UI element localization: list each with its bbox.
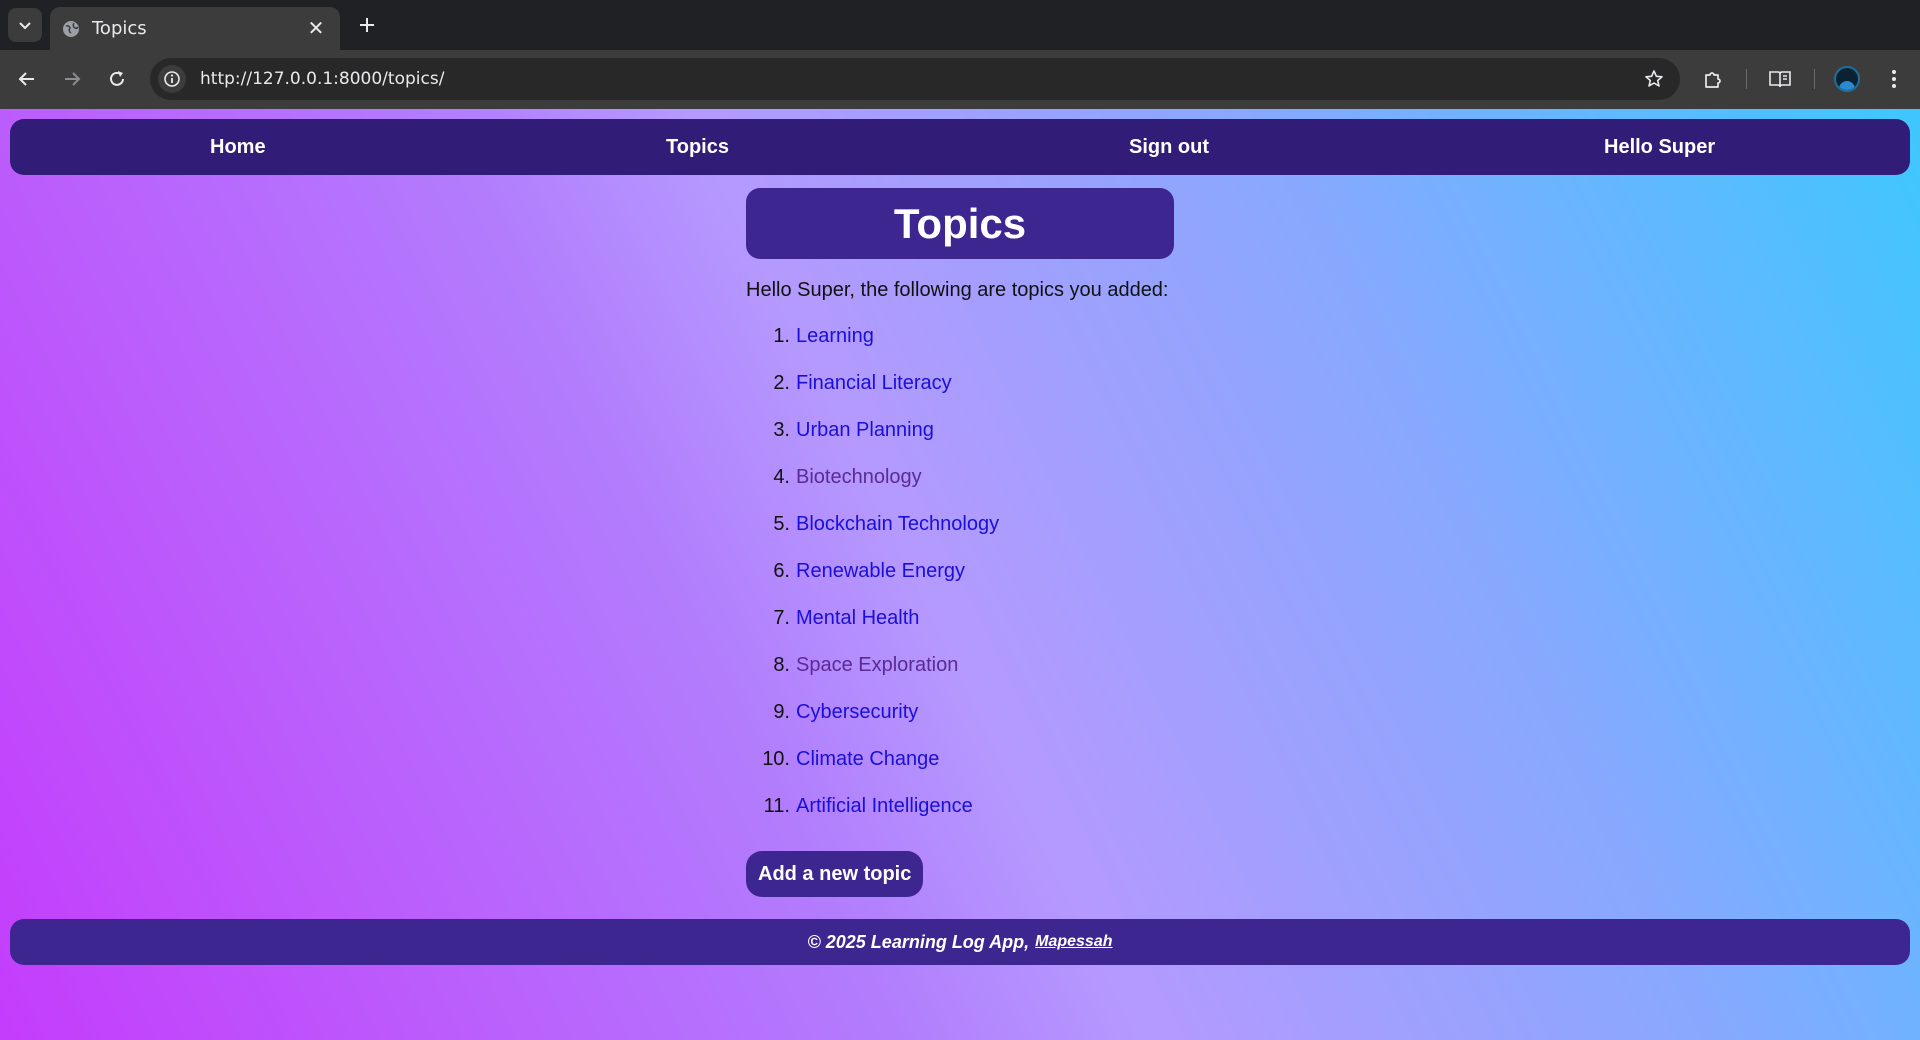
forward-button[interactable] xyxy=(54,61,90,97)
plus-icon xyxy=(360,18,374,32)
list-item: 9. Cybersecurity xyxy=(746,689,999,736)
topic-link[interactable]: Climate Change xyxy=(796,748,939,771)
list-item: 6. Renewable Energy xyxy=(746,548,999,595)
list-item: 4. Biotechnology xyxy=(746,454,999,501)
address-bar[interactable]: http://127.0.0.1:8000/topics/ xyxy=(150,58,1680,100)
nav-link-topics[interactable]: Topics xyxy=(666,119,729,175)
nav-link-home[interactable]: Home xyxy=(210,119,266,175)
list-item-number: 6. xyxy=(773,560,790,582)
globe-icon xyxy=(63,20,79,37)
arrow-right-icon xyxy=(65,72,81,86)
topic-link[interactable]: Urban Planning xyxy=(796,419,934,442)
list-item: 1. Learning xyxy=(746,313,999,360)
reload-button[interactable] xyxy=(99,61,135,97)
page-viewport: Home Topics Sign out Hello Super Topics … xyxy=(0,109,1920,1040)
topic-link[interactable]: Financial Literacy xyxy=(796,372,952,395)
list-item-number: 3. xyxy=(773,419,790,441)
back-button[interactable] xyxy=(9,61,45,97)
new-tab-button[interactable] xyxy=(352,10,382,40)
site-info-button[interactable] xyxy=(158,65,186,93)
list-item: 10. Climate Change xyxy=(746,736,999,783)
browser-tab[interactable]: Topics ✕ xyxy=(50,7,340,50)
extensions-button[interactable] xyxy=(1695,61,1731,97)
browser-toolbar: http://127.0.0.1:8000/topics/ xyxy=(0,50,1920,109)
topic-link[interactable]: Cybersecurity xyxy=(796,701,918,724)
avatar-figure xyxy=(1839,81,1855,90)
list-item-number: 4. xyxy=(773,466,790,488)
list-item: 7. Mental Health xyxy=(746,595,999,642)
tab-strip: Topics ✕ xyxy=(0,0,1920,50)
user-greeting: Hello Super xyxy=(1604,136,1716,158)
info-icon xyxy=(164,71,180,87)
list-item-number: 5. xyxy=(773,513,790,535)
list-item: 3. Urban Planning xyxy=(746,407,999,454)
profile-avatar[interactable] xyxy=(1834,66,1860,92)
list-item-number: 8. xyxy=(773,654,790,676)
page-title-panel: Topics xyxy=(746,188,1174,259)
list-item: 8. Space Exploration xyxy=(746,642,999,689)
topic-link[interactable]: Mental Health xyxy=(796,607,919,630)
list-item-number: 11. xyxy=(763,795,790,817)
list-item-number: 1. xyxy=(773,325,790,347)
bookmark-button[interactable] xyxy=(1636,61,1672,97)
intro-text: Hello Super, the following are topics yo… xyxy=(746,279,1169,301)
topic-link[interactable]: Blockchain Technology xyxy=(796,513,999,536)
close-icon[interactable]: ✕ xyxy=(304,16,328,41)
url-text[interactable]: http://127.0.0.1:8000/topics/ xyxy=(200,69,1636,89)
arrow-left-icon xyxy=(18,72,34,86)
list-item-number: 9. xyxy=(773,701,790,723)
site-navbar: Home Topics Sign out Hello Super xyxy=(10,119,1910,175)
list-item: 2. Financial Literacy xyxy=(746,360,999,407)
reload-icon xyxy=(110,71,124,86)
topic-link[interactable]: Space Exploration xyxy=(796,654,958,677)
list-item-number: 10. xyxy=(762,748,790,770)
tab-search-button[interactable] xyxy=(8,8,42,42)
list-item-number: 2. xyxy=(773,372,790,394)
site-footer: © 2025 Learning Log App, Mapessah xyxy=(10,919,1910,965)
book-icon xyxy=(1769,71,1791,88)
footer-author-link[interactable]: Mapessah xyxy=(1035,933,1112,951)
list-item: 11. Artificial Intelligence xyxy=(746,783,999,830)
kebab-menu-icon xyxy=(1892,70,1896,88)
tab-title: Topics xyxy=(92,18,147,39)
nav-link-sign-out[interactable]: Sign out xyxy=(1129,119,1209,175)
topic-list: 1. Learning 2. Financial Literacy 3. Urban Pl… xyxy=(746,313,999,830)
reading-mode-button[interactable] xyxy=(1762,61,1798,97)
topic-link[interactable]: Artificial Intelligence xyxy=(796,795,973,818)
page-title: Topics xyxy=(893,199,1027,247)
list-item: 5. Blockchain Technology xyxy=(746,501,999,548)
topic-link[interactable]: Renewable Energy xyxy=(796,560,965,583)
puzzle-icon xyxy=(1705,72,1721,88)
footer-copyright: © 2025 Learning Log App, xyxy=(807,931,1030,952)
topic-link[interactable]: Learning xyxy=(796,325,874,348)
list-item-number: 7. xyxy=(773,607,790,629)
browser-menu-button[interactable] xyxy=(1876,61,1912,97)
topic-link[interactable]: Biotechnology xyxy=(796,466,922,489)
add-topic-button[interactable]: Add a new topic xyxy=(746,851,924,897)
chevron-down-icon xyxy=(19,22,31,30)
toolbar-divider xyxy=(1814,69,1815,89)
star-icon xyxy=(1645,70,1663,87)
toolbar-divider xyxy=(1746,69,1747,89)
